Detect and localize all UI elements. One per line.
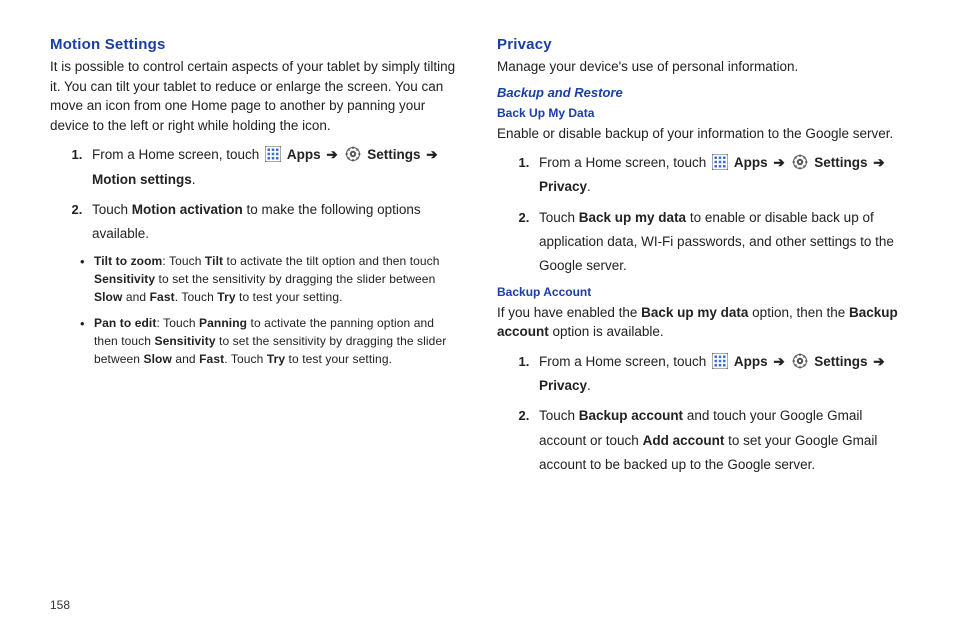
- backup-account-step-1: From a Home screen, touch Apps ➔ Setting…: [533, 350, 904, 399]
- arrow-icon: ➔: [871, 354, 886, 369]
- gear-icon: [792, 353, 808, 369]
- back-up-my-data-heading: Back Up My Data: [497, 106, 904, 120]
- right-column: Privacy Manage your device's use of pers…: [497, 36, 904, 636]
- backup-intro: Enable or disable backup of your informa…: [497, 124, 904, 144]
- left-column: Motion Settings It is possible to contro…: [50, 36, 457, 636]
- backup-account-step-2: Touch Backup account and touch your Goog…: [533, 404, 904, 477]
- backup-step-2: Touch Back up my data to enable or disab…: [533, 206, 904, 279]
- backup-account-intro: If you have enabled the Back up my data …: [497, 303, 904, 342]
- manual-page: Motion Settings It is possible to contro…: [0, 0, 954, 636]
- motion-step-1: From a Home screen, touch Apps ➔ Setting…: [86, 143, 457, 192]
- bullet-pan-to-edit: Pan to edit: Touch Panning to activate t…: [94, 314, 457, 368]
- backup-account-heading: Backup Account: [497, 285, 904, 299]
- privacy-intro: Manage your device's use of personal inf…: [497, 57, 904, 77]
- motion-bullets: Tilt to zoom: Touch Tilt to activate the…: [50, 252, 457, 368]
- gear-icon: [792, 154, 808, 170]
- arrow-icon: ➔: [324, 147, 339, 162]
- arrow-icon: ➔: [771, 155, 786, 170]
- bullet-tilt-to-zoom: Tilt to zoom: Touch Tilt to activate the…: [94, 252, 457, 306]
- apps-icon: [712, 353, 728, 369]
- motion-steps: From a Home screen, touch Apps ➔ Setting…: [50, 143, 457, 246]
- arrow-icon: ➔: [771, 354, 786, 369]
- apps-icon: [712, 154, 728, 170]
- gear-icon: [345, 146, 361, 162]
- motion-settings-heading: Motion Settings: [50, 36, 457, 53]
- backup-account-steps: From a Home screen, touch Apps ➔ Setting…: [497, 350, 904, 477]
- backup-steps: From a Home screen, touch Apps ➔ Setting…: [497, 151, 904, 278]
- motion-step-2: Touch Motion activation to make the foll…: [86, 198, 457, 247]
- arrow-icon: ➔: [424, 147, 439, 162]
- backup-restore-heading: Backup and Restore: [497, 85, 904, 100]
- arrow-icon: ➔: [871, 155, 886, 170]
- page-number: 158: [50, 598, 70, 612]
- privacy-heading: Privacy: [497, 36, 904, 53]
- motion-intro: It is possible to control certain aspect…: [50, 57, 457, 135]
- apps-icon: [265, 146, 281, 162]
- backup-step-1: From a Home screen, touch Apps ➔ Setting…: [533, 151, 904, 200]
